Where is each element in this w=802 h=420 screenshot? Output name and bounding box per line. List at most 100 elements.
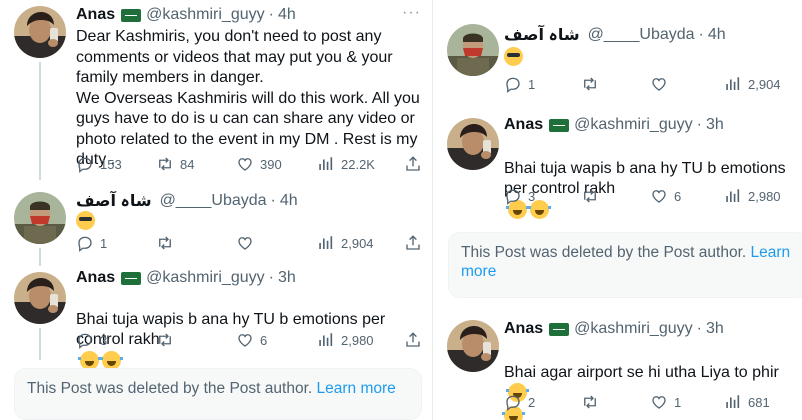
author-handle[interactable]: @kashmiri_guyy <box>574 320 693 338</box>
post-anas-reply[interactable]: Anas @kashmiri_guyy · 3h Bhai tuja wapis… <box>438 110 802 220</box>
author-name[interactable]: Anas <box>504 320 543 338</box>
repost-button[interactable] <box>581 75 605 93</box>
views-button[interactable]: 2,904 <box>724 75 781 93</box>
post-time[interactable]: 3h <box>278 269 296 287</box>
reply-icon <box>76 331 94 349</box>
author-name[interactable]: Anas <box>76 6 115 24</box>
more-options-icon[interactable]: ··· <box>402 4 421 22</box>
post-anas-airport[interactable]: Anas @kashmiri_guyy · 3h Bhai agar airpo… <box>438 312 802 420</box>
post-time[interactable]: 3h <box>706 116 724 134</box>
views-icon <box>724 393 742 411</box>
views-button[interactable]: 22.2K <box>317 155 375 173</box>
avatar-image <box>447 320 499 372</box>
avatar-image <box>447 24 499 76</box>
views-button[interactable]: 2,980 <box>724 187 781 205</box>
avatar[interactable] <box>14 192 66 244</box>
repost-button[interactable] <box>156 331 180 349</box>
like-button[interactable] <box>236 234 260 252</box>
sunglasses-emoji-icon <box>76 211 95 230</box>
author-handle[interactable]: @kashmiri_guyy <box>146 269 265 287</box>
learn-more-link[interactable]: Learn more <box>317 380 396 397</box>
reply-icon <box>504 393 522 411</box>
views-button[interactable]: 2,980 <box>317 331 374 349</box>
reply-button[interactable]: 2 <box>504 393 535 411</box>
reply-icon <box>76 155 94 173</box>
reply-count: 3 <box>528 188 536 204</box>
like-button[interactable]: 390 <box>236 155 282 173</box>
author-handle[interactable]: @____Ubayda <box>588 26 695 44</box>
views-count: 681 <box>748 394 770 410</box>
views-button[interactable]: 681 <box>724 393 770 411</box>
post-time[interactable]: 4h <box>278 6 296 24</box>
post-text-wrap: Bhai tuja wapis b ana hy TU b emotions p… <box>504 138 798 222</box>
repost-icon <box>156 234 174 252</box>
views-count: 2,904 <box>748 76 781 92</box>
author-name[interactable]: Anas <box>504 116 543 134</box>
reply-count: 2 <box>528 394 536 410</box>
post-actions: 1 2,904 <box>76 233 426 253</box>
views-count: 2,980 <box>748 188 781 204</box>
views-count: 22.2K <box>341 156 375 172</box>
post-anas-main[interactable]: Anas @kashmiri_guyy · 4h ··· Dear Kashmi… <box>0 0 432 180</box>
avatar[interactable] <box>14 6 66 58</box>
author-handle[interactable]: @kashmiri_guyy <box>574 116 693 134</box>
like-button[interactable] <box>650 75 674 93</box>
post-header: شاہ آصف @____Ubayda · 4h <box>76 191 298 211</box>
saudi-flag-icon <box>121 271 142 285</box>
heart-icon <box>236 155 254 173</box>
left-screenshot-panel: Anas @kashmiri_guyy · 4h ··· Dear Kashmi… <box>0 0 432 420</box>
views-icon <box>317 155 335 173</box>
post-time[interactable]: 4h <box>280 192 298 210</box>
thread-line <box>39 62 41 180</box>
post-actions: 2 1 681 <box>504 392 794 412</box>
author-handle[interactable]: @____Ubayda <box>160 192 267 210</box>
post-time[interactable]: 3h <box>706 320 724 338</box>
repost-button[interactable]: 84 <box>156 155 194 173</box>
heart-icon <box>650 187 668 205</box>
author-name[interactable]: شاہ آصف <box>504 25 580 45</box>
reply-button[interactable]: 3 <box>76 331 107 349</box>
views-count: 2,904 <box>341 235 374 251</box>
separator-dot: · <box>268 269 274 286</box>
post-text: Dear Kashmiris, you don't need to post a… <box>76 28 420 168</box>
views-button[interactable]: 2,904 <box>317 234 374 252</box>
avatar[interactable] <box>14 272 66 324</box>
post-header: Anas @kashmiri_guyy · 3h <box>76 269 296 287</box>
reply-button[interactable]: 3 <box>504 187 535 205</box>
reply-button[interactable]: 1 <box>504 75 535 93</box>
share-button[interactable] <box>404 234 428 252</box>
share-button[interactable] <box>404 331 428 349</box>
like-count: 6 <box>260 332 268 348</box>
author-name[interactable]: شاہ آصف <box>76 191 152 211</box>
avatar-image <box>14 272 66 324</box>
repost-button[interactable] <box>156 234 180 252</box>
repost-button[interactable] <box>581 393 605 411</box>
separator-dot: · <box>696 116 702 133</box>
reply-button[interactable]: 153 <box>76 155 122 173</box>
avatar[interactable] <box>447 24 499 76</box>
like-button[interactable]: 6 <box>236 331 267 349</box>
post-anas-reply[interactable]: Anas @kashmiri_guyy · 3h Bhai tuja wapis… <box>0 266 432 370</box>
reply-button[interactable]: 1 <box>76 234 107 252</box>
saudi-flag-icon <box>121 8 142 22</box>
author-handle[interactable]: @kashmiri_guyy <box>146 6 265 24</box>
post-ubayda[interactable]: شاہ آصف @____Ubayda · 4h 1 2,904 <box>438 0 802 110</box>
post-ubayda[interactable]: شاہ آصف @____Ubayda · 4h 1 2,904 <box>0 180 432 266</box>
share-icon <box>404 234 422 252</box>
views-icon <box>317 331 335 349</box>
avatar-image <box>14 192 66 244</box>
reply-icon <box>504 187 522 205</box>
repost-button[interactable] <box>581 187 605 205</box>
like-button[interactable]: 6 <box>650 187 681 205</box>
author-name[interactable]: Anas <box>76 269 115 287</box>
post-time[interactable]: 4h <box>708 26 726 44</box>
reply-count: 1 <box>100 235 108 251</box>
post-actions: 3 6 2,980 <box>76 330 426 350</box>
share-button[interactable] <box>404 155 428 173</box>
avatar[interactable] <box>447 118 499 170</box>
avatar[interactable] <box>447 320 499 372</box>
thread-line <box>39 248 41 266</box>
reply-count: 153 <box>100 156 122 172</box>
like-button[interactable]: 1 <box>650 393 681 411</box>
repost-icon <box>581 393 599 411</box>
